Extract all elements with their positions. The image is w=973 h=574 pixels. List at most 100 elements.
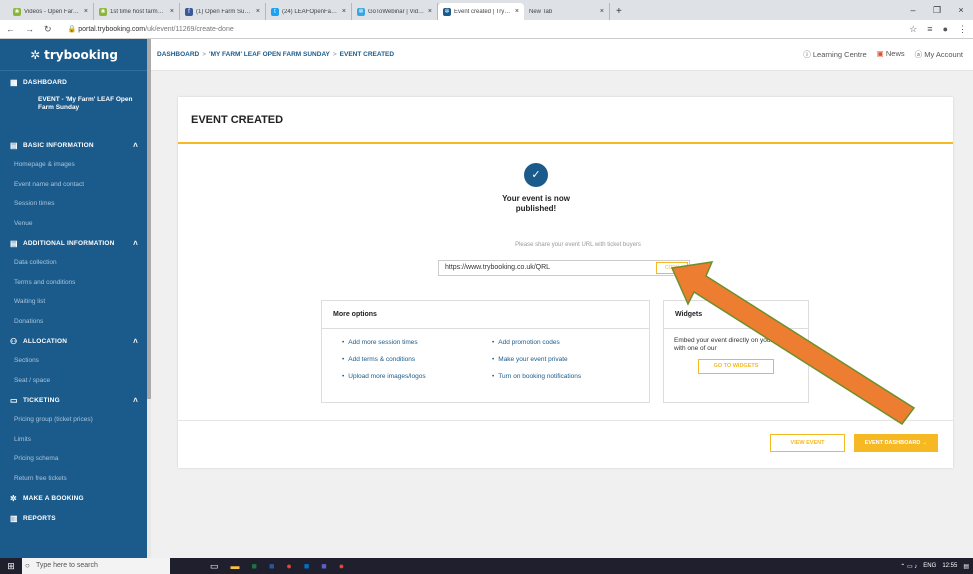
event-created-card: EVENT CREATED ✓ Your event is now publis… xyxy=(178,97,953,468)
browser-tab[interactable]: t(24) LEAFOpenFarmSunday (@Op× xyxy=(266,3,352,20)
learning-centre-link[interactable]: ⓘ Learning Centre xyxy=(803,49,866,60)
star-icon[interactable]: ☆ xyxy=(909,24,917,35)
taskbar-search[interactable]: Type here to search xyxy=(22,558,170,574)
new-tab-button[interactable]: + xyxy=(610,3,628,20)
tab-close-icon[interactable]: × xyxy=(428,8,432,15)
tab-favicon-icon: t xyxy=(271,7,279,16)
taskbar: ⊞ Type here to search ▭ ▬ ■ ■ ● ■ ■ ● ⌃ … xyxy=(0,558,973,574)
upload-images-link[interactable]: Upload more images/logos xyxy=(342,373,492,380)
notifications-icon[interactable]: ▤ xyxy=(963,563,969,570)
app-icon[interactable]: ● xyxy=(339,561,344,572)
sidebar-item-seat-space[interactable]: Seat / space xyxy=(0,371,148,391)
back-icon[interactable]: ← xyxy=(6,24,15,34)
breadcrumb-dashboard[interactable]: DASHBOARD xyxy=(157,51,199,58)
add-promotion-codes-link[interactable]: Add promotion codes xyxy=(492,339,652,346)
file-explorer-icon[interactable]: ▬ xyxy=(231,561,240,572)
add-session-times-link[interactable]: Add more session times xyxy=(342,339,492,346)
account-link[interactable]: ⓐ My Account xyxy=(915,49,963,60)
url-field[interactable]: 🔒 portal.trybooking.com/uk/event/11269/c… xyxy=(68,25,234,33)
close-window-icon[interactable]: × xyxy=(949,0,973,20)
word-icon[interactable]: ■ xyxy=(269,561,274,572)
top-links: ⓘ Learning Centre ▣ News ⓐ My Account xyxy=(803,49,963,60)
browser-tab[interactable]: ❀Videos - Open Farm Sunday× xyxy=(8,3,94,20)
minimize-icon[interactable]: – xyxy=(901,0,925,20)
sidebar-item-return-free-tickets[interactable]: Return free tickets xyxy=(0,469,148,489)
sidebar-scrollbar[interactable] xyxy=(147,39,151,558)
event-dashboard-button[interactable]: EVENT DASHBOARD → xyxy=(854,434,938,452)
forward-icon[interactable]: → xyxy=(25,24,34,34)
sidebar-item-waiting-list[interactable]: Waiting list xyxy=(0,292,148,312)
sidebar-item-donations[interactable]: Donations xyxy=(0,312,148,332)
booking-icon: ✲ xyxy=(10,493,17,503)
sidebar-section-additional-information[interactable]: ▤ ADDITIONAL INFORMATION ˄ xyxy=(0,233,148,253)
menu-icon[interactable]: ⋮ xyxy=(958,24,967,35)
trybooking-logo[interactable]: ✲ trybooking xyxy=(0,39,148,71)
sidebar-item-limits[interactable]: Limits xyxy=(0,430,148,450)
maximize-icon[interactable]: ❐ xyxy=(925,0,949,20)
tab-close-icon[interactable]: × xyxy=(600,8,604,15)
sidebar-item-sections[interactable]: Sections xyxy=(0,351,148,371)
tab-close-icon[interactable]: × xyxy=(170,8,174,15)
scrollbar-thumb[interactable] xyxy=(147,39,151,399)
logo-icon: ✲ xyxy=(30,47,41,62)
clock[interactable]: 12:55 xyxy=(942,563,957,569)
sidebar-event-name[interactable]: EVENT - 'My Farm' LEAF Open Farm Sunday xyxy=(0,93,148,135)
outlook-icon[interactable]: ■ xyxy=(304,561,309,572)
sidebar-item-homepage-images[interactable]: Homepage & images xyxy=(0,155,148,175)
tab-close-icon[interactable]: × xyxy=(256,8,260,15)
browser-tab[interactable]: New Tab × xyxy=(524,3,610,20)
sidebar-section-basic-information[interactable]: ▤ BASIC INFORMATION ˄ xyxy=(0,135,148,155)
browser-tab[interactable]: ✲GoToWebinar | Video Library× xyxy=(352,3,438,20)
extensions-icon[interactable]: ≡ xyxy=(927,24,932,35)
excel-icon[interactable]: ■ xyxy=(252,561,257,572)
breadcrumb: DASHBOARD > 'MY FARM' LEAF OPEN FARM SUNDA… xyxy=(157,51,395,58)
news-link[interactable]: ▣ News xyxy=(877,49,905,60)
sidebar-item-reports[interactable]: ▥ REPORTS xyxy=(0,508,148,528)
sidebar-item-terms[interactable]: Terms and conditions xyxy=(0,273,148,293)
people-icon: ⚇ xyxy=(10,336,18,346)
teams-icon[interactable]: ■ xyxy=(321,561,326,572)
reload-icon[interactable]: ↻ xyxy=(44,24,52,35)
dashboard-icon: ▦ xyxy=(10,77,18,87)
sidebar-item-event-name[interactable]: Event name and contact xyxy=(0,175,148,195)
sidebar-item-pricing-schema[interactable]: Pricing schema xyxy=(0,449,148,469)
sidebar-item-make-booking[interactable]: ✲ MAKE A BOOKING xyxy=(0,488,148,508)
language-indicator[interactable]: ENG xyxy=(923,563,936,569)
tab-close-icon[interactable]: × xyxy=(84,8,88,15)
sidebar-item-venue[interactable]: Venue xyxy=(0,214,148,234)
sidebar: ✲ trybooking ▦ DASHBOARD EVENT - 'My Farm'… xyxy=(0,39,148,558)
profile-icon[interactable]: ● xyxy=(943,24,948,35)
tray-icons[interactable]: ⌃ ▭ ♪ xyxy=(900,563,917,570)
ticket-icon: ▭ xyxy=(10,395,18,405)
task-view-icon[interactable]: ▭ xyxy=(210,561,219,572)
document-icon: ▤ xyxy=(10,140,18,150)
booking-notifications-link[interactable]: Turn on booking notifications xyxy=(492,373,652,380)
copy-url-button[interactable]: COPY xyxy=(656,262,688,274)
divider xyxy=(178,420,953,421)
browser-actions: ☆ ≡ ● ⋮ xyxy=(909,24,967,35)
windows-start-icon[interactable]: ⊞ xyxy=(0,561,22,572)
sidebar-section-ticketing[interactable]: ▭ TICKETING ˄ xyxy=(0,390,148,410)
sidebar-item-session-times[interactable]: Session times xyxy=(0,194,148,214)
event-url-field[interactable]: https://www.trybooking.co.uk/QRL xyxy=(438,260,690,276)
browser-tab[interactable]: ❀1st time host farmer - Open Farm× xyxy=(94,3,180,20)
widgets-description: Embed your event directly on your websit… xyxy=(674,337,797,352)
add-terms-link[interactable]: Add terms & conditions xyxy=(342,356,492,363)
make-private-link[interactable]: Make your event private xyxy=(492,356,652,363)
chrome-icon[interactable]: ● xyxy=(286,561,291,572)
sidebar-item-pricing-group[interactable]: Pricing group (ticket prices) xyxy=(0,410,148,430)
browser-tab-strip: ❀Videos - Open Farm Sunday× ❀1st time ho… xyxy=(0,0,973,20)
breadcrumb-event[interactable]: 'MY FARM' LEAF OPEN FARM SUNDAY xyxy=(209,51,330,58)
tab-close-icon[interactable]: × xyxy=(342,8,346,15)
view-event-button[interactable]: VIEW EVENT xyxy=(770,434,845,452)
browser-tab-active[interactable]: ✲Event created | TryBooking× xyxy=(438,3,524,20)
sidebar-item-data-collection[interactable]: Data collection xyxy=(0,253,148,273)
tab-favicon-icon: ✲ xyxy=(357,7,365,16)
tab-favicon-icon: f xyxy=(185,7,193,16)
tab-close-icon[interactable]: × xyxy=(515,8,519,15)
sidebar-item-dashboard[interactable]: ▦ DASHBOARD xyxy=(0,71,148,93)
go-to-widgets-button[interactable]: GO TO WIDGETS xyxy=(698,359,774,374)
sidebar-section-allocation[interactable]: ⚇ ALLOCATION ˄ xyxy=(0,331,148,351)
browser-tab[interactable]: f(1) Open Farm Sunday Host Farm× xyxy=(180,3,266,20)
share-prompt: Please share your event URL with ticket … xyxy=(515,242,641,248)
